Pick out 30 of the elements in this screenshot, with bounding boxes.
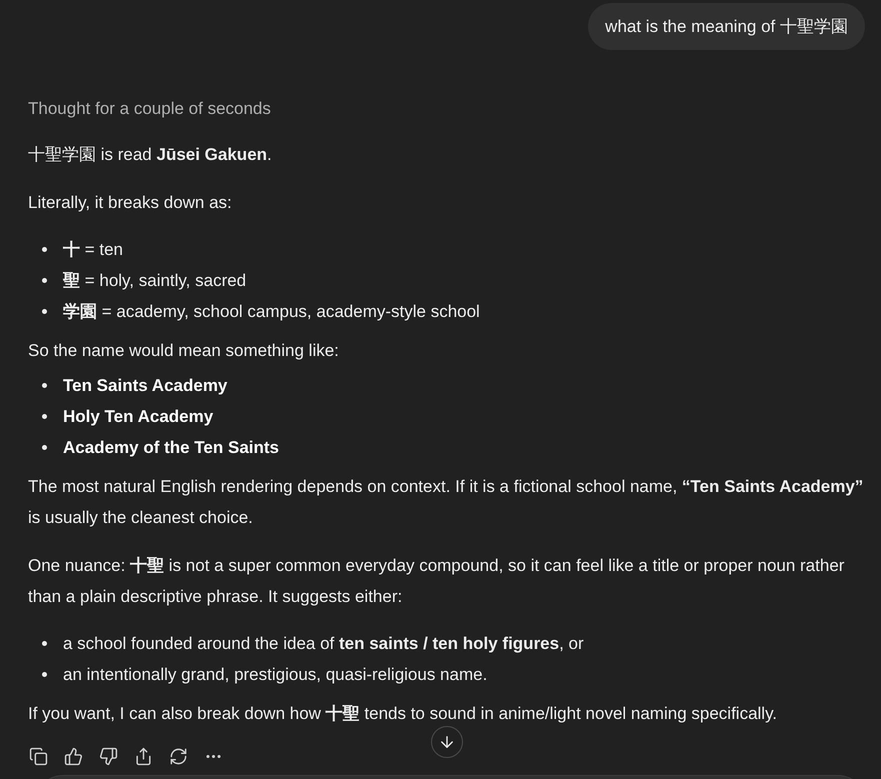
list-item-text: Academy of the Ten Saints — [63, 437, 280, 459]
copy-icon[interactable] — [28, 746, 48, 766]
list-item-text: 十 = ten — [63, 239, 124, 261]
paragraph-text: One nuance: 十聖 is not a super common everyday compound, so it can feel like a title or proper noun rather than a plain descriptive phrase. It suggests either: — [28, 555, 846, 608]
paragraph-text: 十聖学園 is read Jūsei Gakuen. — [28, 144, 273, 166]
refresh-icon[interactable] — [168, 746, 188, 766]
paragraph-text: The most natural English rendering depends on context. If it is a fictional school name, “Ten Saints Academy” is usually the cleanest choice. — [28, 476, 864, 529]
paragraph-text: If you want, I can also break down how 十聖 tends to sound in anime/light novel naming specifically. — [28, 703, 778, 725]
list-item-text: an intentionally grand, prestigious, quasi-religious name. — [63, 664, 488, 686]
list-item-text: a school founded around the idea of ten saints / ten holy figures, or — [63, 633, 584, 655]
bullet-icon — [42, 414, 47, 419]
bullet-icon — [42, 278, 47, 283]
list-item-text: 学園 = academy, school campus, academy-style school — [63, 301, 480, 323]
scroll-down-button[interactable] — [431, 726, 463, 758]
bullet-icon — [42, 641, 47, 646]
list-item-text: Ten Saints Academy — [63, 375, 228, 397]
list-item-text: Holy Ten Academy — [63, 406, 214, 428]
thinking-label[interactable]: Thought for a couple of seconds — [28, 93, 271, 124]
thumbs-up-icon[interactable] — [63, 746, 83, 766]
arrow-down-icon — [438, 733, 456, 751]
bullet-icon — [42, 445, 47, 450]
paragraph-text: So the name would mean something like: — [28, 340, 340, 362]
bullet-icon — [42, 383, 47, 388]
user-message-text: what is the meaning of 十聖学園 — [605, 16, 848, 38]
thumbs-down-icon[interactable] — [98, 746, 118, 766]
list-item-text: 聖 = holy, saintly, sacred — [63, 270, 246, 292]
paragraph-text: Literally, it breaks down as: — [28, 192, 233, 214]
bullet-icon — [42, 309, 47, 314]
bullet-icon — [42, 247, 47, 252]
bullet-icon — [42, 672, 47, 677]
